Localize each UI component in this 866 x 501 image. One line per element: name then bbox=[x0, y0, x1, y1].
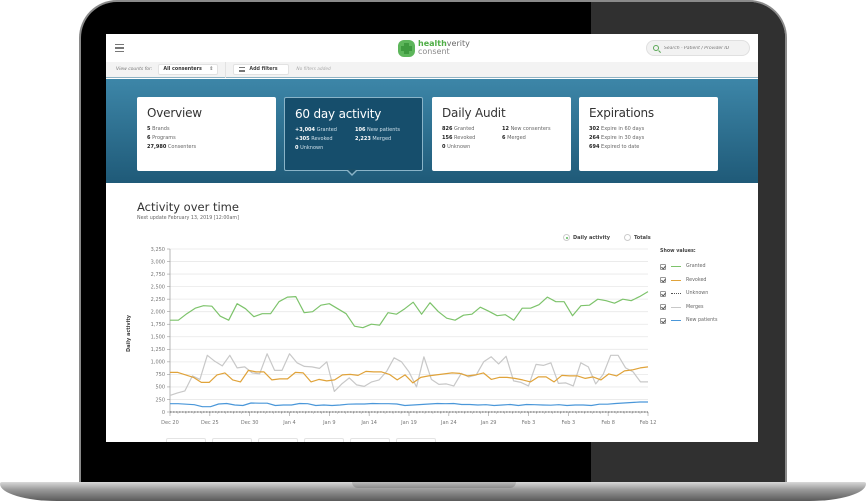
partial-control[interactable] bbox=[166, 438, 206, 442]
x-tick-label: Jan 4 bbox=[282, 420, 295, 426]
partial-control[interactable] bbox=[258, 438, 298, 442]
x-tick-label: Feb 12 bbox=[640, 420, 657, 426]
series-line-granted bbox=[170, 291, 649, 329]
y-tick-label: 2,500 bbox=[151, 284, 165, 290]
x-tick-label: Jan 9 bbox=[322, 420, 335, 426]
x-tick-label: Dec 25 bbox=[201, 420, 219, 426]
y-tick-label: 3,250 bbox=[151, 247, 165, 253]
partial-controls-row bbox=[166, 438, 442, 442]
x-tick-label: Jan 19 bbox=[400, 420, 417, 426]
x-tick-label: Feb 3 bbox=[522, 420, 536, 426]
app-screen: healthverity consent View counts for: Al… bbox=[106, 34, 758, 442]
partial-control[interactable] bbox=[212, 438, 252, 442]
x-tick-label: Jan 14 bbox=[360, 420, 377, 426]
x-tick-label: Feb 8 bbox=[601, 420, 615, 426]
x-tick-label: Dec 20 bbox=[161, 420, 179, 426]
x-tick-label: Jan 29 bbox=[480, 420, 497, 426]
partial-control[interactable] bbox=[304, 438, 344, 442]
laptop-base-notch bbox=[352, 482, 516, 488]
x-tick-label: Jan 24 bbox=[440, 420, 457, 426]
x-tick-label: Feb 3 bbox=[562, 420, 576, 426]
x-tick-label: Dec 30 bbox=[241, 420, 259, 426]
y-tick-label: 2,000 bbox=[151, 309, 165, 315]
y-tick-label: 1,750 bbox=[151, 322, 165, 328]
y-tick-label: 500 bbox=[155, 385, 165, 391]
partial-control[interactable] bbox=[396, 438, 436, 442]
series-line-new-patients bbox=[170, 401, 648, 408]
y-tick-label: 0 bbox=[162, 410, 165, 416]
y-tick-label: 2,750 bbox=[151, 272, 165, 278]
y-tick-label: 750 bbox=[155, 372, 165, 378]
y-tick-label: 1,250 bbox=[151, 347, 165, 353]
y-tick-label: 2,250 bbox=[151, 297, 165, 303]
y-tick-label: 1,500 bbox=[151, 335, 165, 341]
y-tick-label: 1,000 bbox=[151, 360, 165, 366]
y-tick-label: 3,000 bbox=[151, 259, 165, 265]
y-tick-label: 250 bbox=[155, 397, 165, 403]
activity-chart: 0 250 500 750 1,000 1,250 1,500 1,750 2,000 2,250… bbox=[151, 247, 657, 426]
partial-control[interactable] bbox=[350, 438, 390, 442]
